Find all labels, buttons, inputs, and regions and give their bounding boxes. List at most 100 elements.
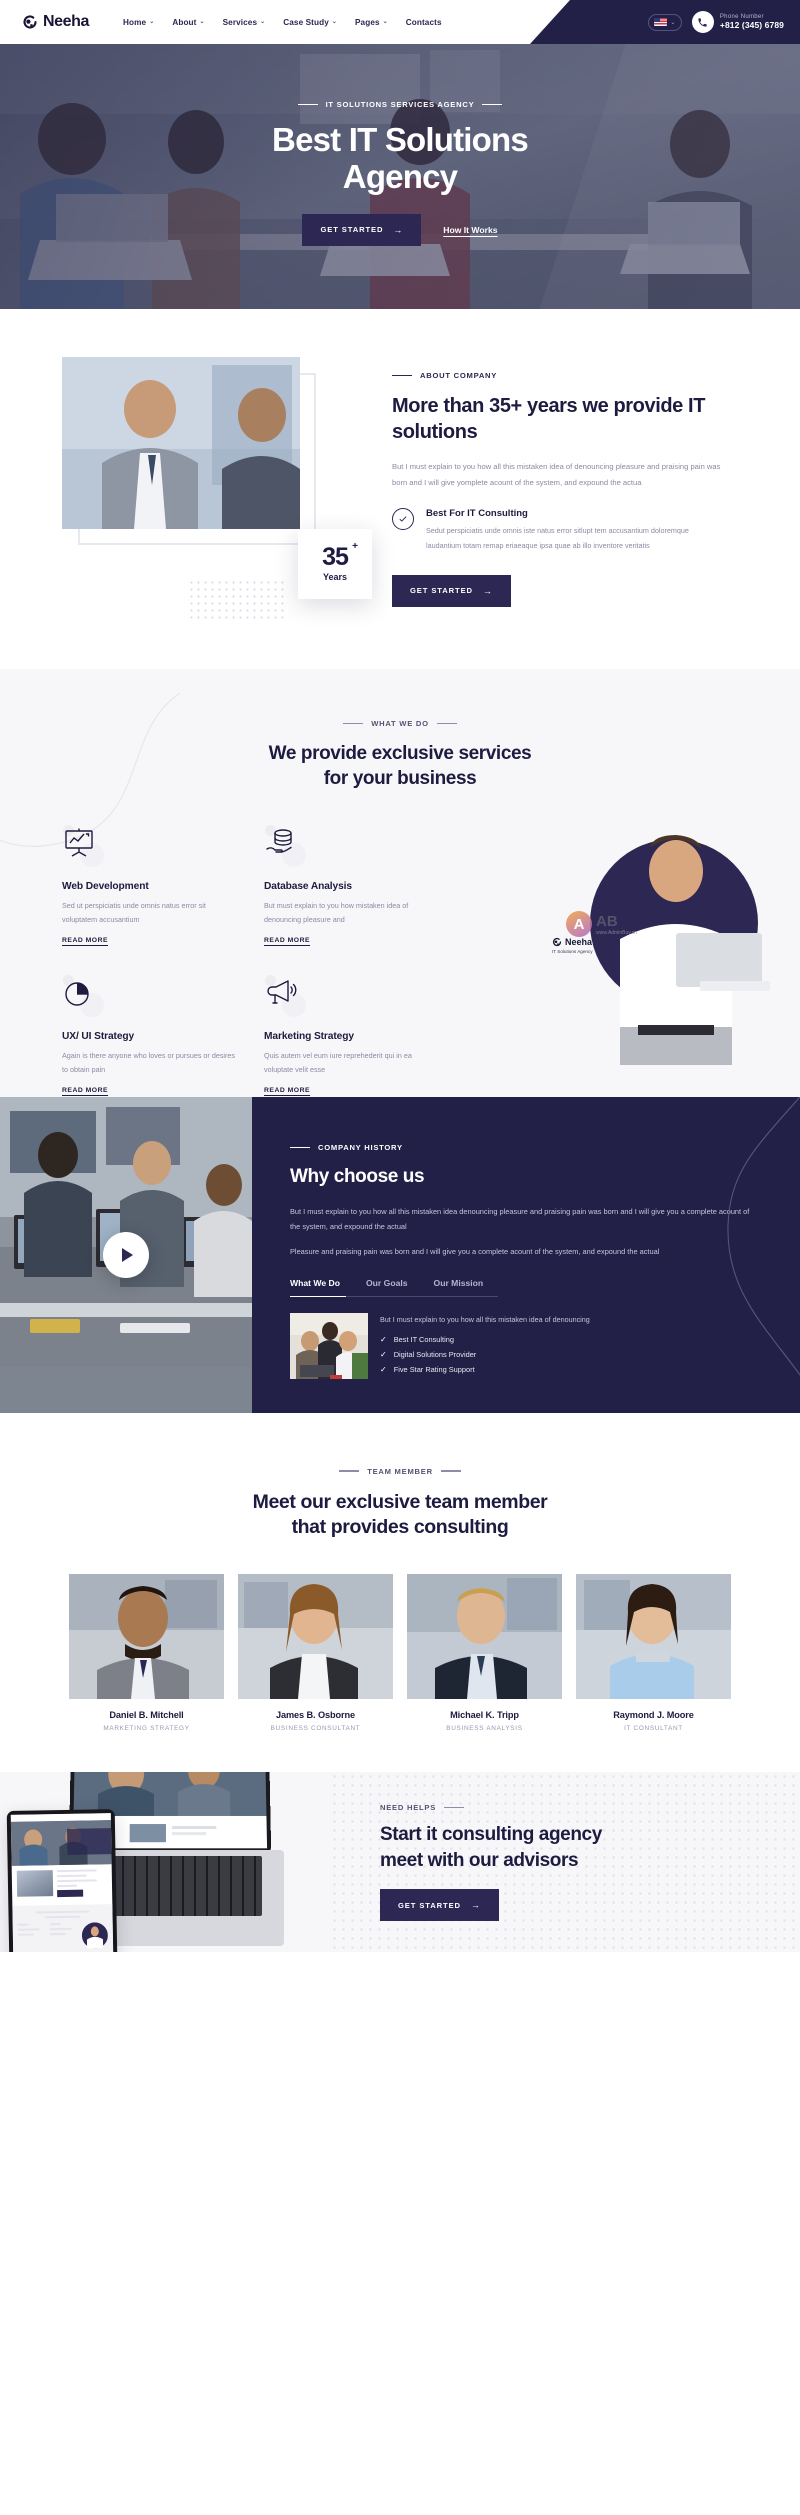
phone-number: +812 (345) 6789 [719,20,784,30]
cta-get-started-button[interactable]: GET STARTED → [380,1889,499,1922]
team-member-role: BUSINESS CONSULTANT [270,1725,361,1733]
nav-item-about[interactable]: About ⌄ [172,18,204,27]
team-card[interactable]: Michael K. Tripp BUSINESS ANALYSIS [407,1574,562,1732]
hero-get-started-button[interactable]: GET STARTED → [302,213,422,246]
hero-section: IT Solutions Services Agency Best IT Sol… [0,44,800,309]
hero-how-it-works-link[interactable]: How It Works [443,225,497,235]
language-selector[interactable]: ⌄ [647,13,682,31]
play-button-icon[interactable] [103,1232,149,1279]
check-icon: ✓ [380,1349,387,1359]
services-eyebrow-text: WHAT WE DO [371,718,429,728]
presentation-chart-icon [62,828,96,863]
nav-label: Services [222,17,258,27]
nav-label: Case Study [283,17,329,27]
hero-title-line-1: Best IT Solutions [272,121,529,158]
service-title: UX/ UI Strategy [62,1031,135,1043]
about-paragraph: But I must explain to you how all this m… [392,462,721,487]
watermark-site: www.AdminBuy.cn [596,929,638,936]
team-card[interactable]: Daniel B. Mitchell MARKETING STRATEGY [69,1574,224,1732]
cta-heading-line-1: Start it consulting agency [380,1824,602,1846]
eyebrow-rule-left [343,722,364,724]
brand-logo[interactable]: Neeha [22,13,89,31]
services-figure: Neeha IT Solutions Agency A AB www.Admin… [448,827,800,1066]
eyebrow-rule-right [440,1470,461,1472]
team-photo [69,1574,224,1700]
service-card-ux-ui-strategy[interactable]: UX/ UI Strategy Again is there anyone wh… [62,975,240,1097]
about-feature-body: Sedut perspiciatis unde omnis iste natus… [426,526,689,550]
site-watermark: A AB www.AdminBuy.cn [566,911,638,938]
header-right-cluster: ⌄ Phone Number +812 (345) 6789 [647,0,784,44]
main-nav: Home ⌄ About ⌄ Services ⌄ Case Study ⌄ P… [123,18,442,27]
laptop-brand-name: Neeha [565,937,593,948]
team-photo [407,1574,562,1700]
service-read-more-link[interactable]: READ MORE [264,937,310,944]
brand-name: Neeha [43,13,90,30]
chevron-down-icon: ⌄ [382,19,388,25]
about-section: + 35 Years ABOUT COMPANY More than 35+ y… [0,309,800,669]
service-read-more-link[interactable]: READ MORE [62,937,108,944]
team-card[interactable]: James B. Osborne BUSINESS CONSULTANT [238,1574,393,1732]
years-plus: + [352,540,358,552]
landing-page: Neeha Home ⌄ About ⌄ Services ⌄ Case Stu… [0,0,800,1953]
nav-item-case-study[interactable]: Case Study ⌄ [283,18,337,27]
cta-heading: Start it consulting agency meet with our… [380,1822,750,1873]
tablet-hero [10,1820,112,1867]
pie-chart-icon [62,982,94,1013]
team-eyebrow: TEAM MEMBER [339,1467,461,1476]
team-heading-line-2: that provides consulting [291,1515,509,1538]
service-icon-wrap [62,975,106,1018]
about-feature-text-group: Best For IT Consulting Sedut perspiciati… [426,508,722,553]
why-eyebrow-text: COMPANY HISTORY [318,1143,403,1153]
chevron-down-icon: ⌄ [670,19,676,26]
service-icon-wrap [62,825,106,868]
years-number: 35 [322,543,349,572]
arrow-right-icon: → [470,1900,481,1911]
service-title: Marketing Strategy [264,1031,354,1043]
about-eyebrow-text: ABOUT COMPANY [420,370,498,380]
team-card[interactable]: Raymond J. Moore IT CONSULTANT [576,1574,731,1732]
service-read-more-link[interactable]: READ MORE [264,1087,310,1094]
about-feature-title: Best For IT Consulting [426,508,528,520]
button-label: GET STARTED [320,225,384,235]
nav-item-pages[interactable]: Pages ⌄ [355,18,388,27]
service-read-more-link[interactable]: READ MORE [62,1087,108,1094]
tab-our-mission[interactable]: Our Mission [434,1278,484,1296]
team-heading-line-1: Meet our exclusive team member [252,1490,548,1513]
nav-item-services[interactable]: Services ⌄ [223,18,266,27]
about-heading: More than 35+ years we provide IT soluti… [392,395,706,443]
nav-item-contacts[interactable]: Contacts [406,18,442,27]
team-heading: Meet our exclusive team member that prov… [0,1490,800,1541]
watermark-letters: AB [596,912,618,930]
nav-label: Home [123,17,147,27]
service-title: Database Analysis [264,881,352,893]
tab-our-goals[interactable]: Our Goals [366,1278,408,1296]
service-icon-wrap [264,975,308,1018]
service-card-database-analysis[interactable]: Database Analysis But must explain to yo… [264,825,442,947]
check-icon: ✓ [380,1334,387,1344]
eyebrow-rule-left [290,1147,310,1149]
service-card-web-development[interactable]: Web Development Sed ut perspiciatis unde… [62,825,240,947]
tab-what-we-do[interactable]: What We Do [290,1278,340,1296]
phone-block[interactable]: Phone Number +812 (345) 6789 [691,11,784,33]
service-text: Quis autem vel eum iure reprehederit qui… [264,1051,412,1075]
arrow-right-icon: → [482,585,493,596]
team-photo [238,1574,393,1700]
tablet-cta-button [57,1889,84,1898]
about-content: ABOUT COMPANY More than 35+ years we pro… [392,357,722,607]
service-text: Sed ut perspiciatis unde omnis natus err… [62,901,206,925]
nav-label: About [172,17,197,27]
nav-label: Pages [355,17,380,27]
services-eyebrow: WHAT WE DO [343,719,457,728]
phone-icon [691,11,714,33]
services-section: WHAT WE DO We provide exclusive services… [0,668,800,1098]
about-get-started-button[interactable]: GET STARTED → [392,574,511,607]
nav-item-home[interactable]: Home ⌄ [123,18,154,27]
team-member-name: Daniel B. Mitchell [109,1710,184,1721]
about-dots-decoration [188,578,284,621]
services-person-photo [620,835,770,1066]
services-header: WHAT WE DO We provide exclusive services… [0,711,800,791]
chevron-down-icon: ⌄ [331,19,337,25]
team-photo [576,1574,731,1700]
service-card-marketing-strategy[interactable]: Marketing Strategy Quis autem vel eum iu… [264,975,442,1097]
services-body: Web Development Sed ut perspiciatis unde… [0,825,800,1097]
